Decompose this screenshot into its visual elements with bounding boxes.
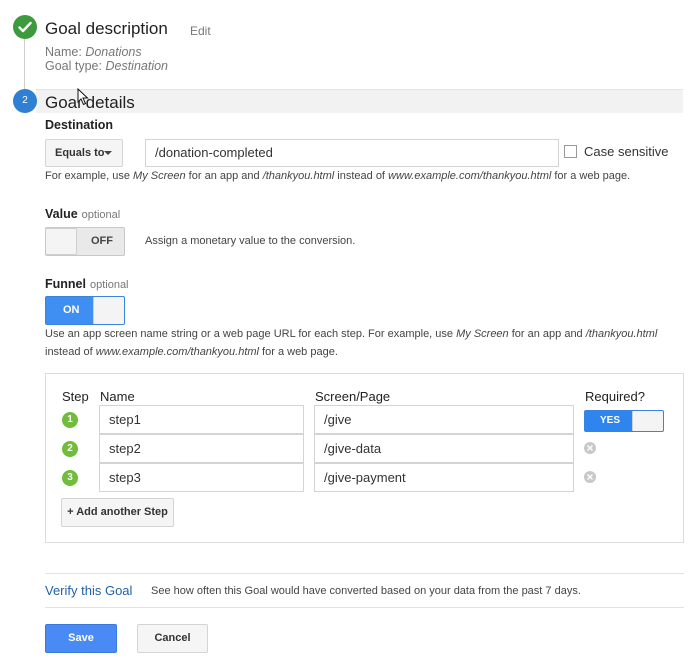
- toggle-knob: [632, 411, 663, 431]
- match-type-value: Equals to: [55, 147, 105, 159]
- funnel-hint-line-2: instead of www.example.com/thankyou.html…: [45, 346, 338, 358]
- step-page-input[interactable]: /give: [314, 405, 574, 434]
- verify-goal-hint: See how often this Goal would have conve…: [151, 585, 581, 597]
- hint-text: for a web page.: [551, 170, 631, 182]
- cancel-button[interactable]: Cancel: [137, 624, 208, 653]
- value-optional-tag: optional: [81, 209, 121, 221]
- goal-details-title: Goal details: [45, 93, 135, 112]
- column-header-page: Screen/Page: [315, 389, 391, 404]
- funnel-toggle-state: ON: [63, 304, 80, 316]
- hint-example-path: /thankyou.html: [585, 328, 658, 340]
- goal-type-label: Goal type:: [45, 59, 102, 73]
- column-header-name: Name: [100, 389, 135, 404]
- mouse-pointer-icon: [77, 87, 89, 111]
- hint-example-url: www.example.com/thankyou.html: [388, 170, 552, 182]
- hint-example-url: www.example.com/thankyou.html: [95, 346, 259, 358]
- hint-text: for a web page.: [259, 346, 338, 358]
- goal-type-line: Goal type: Destination: [45, 59, 168, 73]
- destination-label: Destination: [45, 118, 114, 132]
- funnel-step-number: 2: [62, 441, 78, 457]
- toggle-knob: [46, 228, 77, 255]
- funnel-label-text: Funnel: [45, 277, 86, 291]
- goal-name-line: Name: Donations: [45, 45, 142, 59]
- hint-text: instead of: [45, 346, 96, 358]
- case-sensitive-label: Case sensitive: [584, 144, 669, 159]
- remove-step-close-icon[interactable]: [584, 442, 596, 454]
- remove-step-close-icon[interactable]: [584, 471, 596, 483]
- required-toggle[interactable]: YES: [584, 410, 664, 432]
- hint-text: For example, use: [45, 170, 134, 182]
- hint-text: for an app and: [508, 328, 586, 340]
- save-button[interactable]: Save: [45, 624, 117, 653]
- case-sensitive-checkbox[interactable]: [564, 145, 577, 158]
- required-toggle-state: YES: [600, 415, 621, 426]
- value-toggle-state: OFF: [91, 235, 113, 247]
- step-name-input[interactable]: step1: [99, 405, 304, 434]
- value-toggle[interactable]: OFF: [45, 227, 125, 256]
- step-page-input[interactable]: /give-payment: [314, 463, 574, 492]
- column-header-required: Required?: [585, 389, 645, 404]
- value-label-text: Value: [45, 207, 78, 221]
- value-hint: Assign a monetary value to the conversio…: [145, 235, 356, 247]
- chevron-down-icon: [104, 151, 112, 155]
- goal-description-title: Goal description: [45, 19, 168, 38]
- step-connector-line: [24, 36, 25, 92]
- goal-type-value: Destination: [105, 59, 169, 73]
- funnel-step-number: 1: [62, 412, 78, 428]
- step-complete-check-icon: [13, 15, 37, 39]
- funnel-label: Funnel optional: [45, 277, 129, 291]
- hint-text: for an app and: [185, 170, 263, 182]
- funnel-toggle[interactable]: ON: [45, 296, 125, 325]
- add-another-step-button[interactable]: + Add another Step: [61, 498, 174, 527]
- divider: [45, 573, 684, 574]
- divider: [45, 607, 684, 608]
- step-name-input[interactable]: step2: [99, 434, 304, 463]
- step-number-badge: 2: [13, 89, 37, 113]
- hint-text: Use an app screen name string or a web p…: [45, 328, 457, 340]
- toggle-knob: [93, 297, 124, 324]
- value-label: Value optional: [45, 207, 120, 221]
- step-name-input[interactable]: step3: [99, 463, 304, 492]
- goal-name-value: Donations: [85, 45, 142, 59]
- funnel-hint-line-1: Use an app screen name string or a web p…: [45, 328, 657, 340]
- hint-text: instead of: [334, 170, 389, 182]
- column-header-step: Step: [62, 389, 89, 404]
- goal-name-label: Name:: [45, 45, 82, 59]
- verify-goal-link[interactable]: Verify this Goal: [45, 583, 132, 598]
- step-page-input[interactable]: /give-data: [314, 434, 574, 463]
- match-type-dropdown[interactable]: Equals to: [45, 139, 123, 167]
- hint-example-app: My Screen: [133, 170, 186, 182]
- edit-goal-description-link[interactable]: Edit: [190, 24, 211, 38]
- funnel-optional-tag: optional: [89, 279, 129, 291]
- destination-hint: For example, use My Screen for an app an…: [45, 170, 630, 182]
- destination-input[interactable]: /donation-completed: [145, 139, 559, 167]
- hint-example-path: /thankyou.html: [262, 170, 335, 182]
- hint-example-app: My Screen: [456, 328, 509, 340]
- funnel-step-number: 3: [62, 470, 78, 486]
